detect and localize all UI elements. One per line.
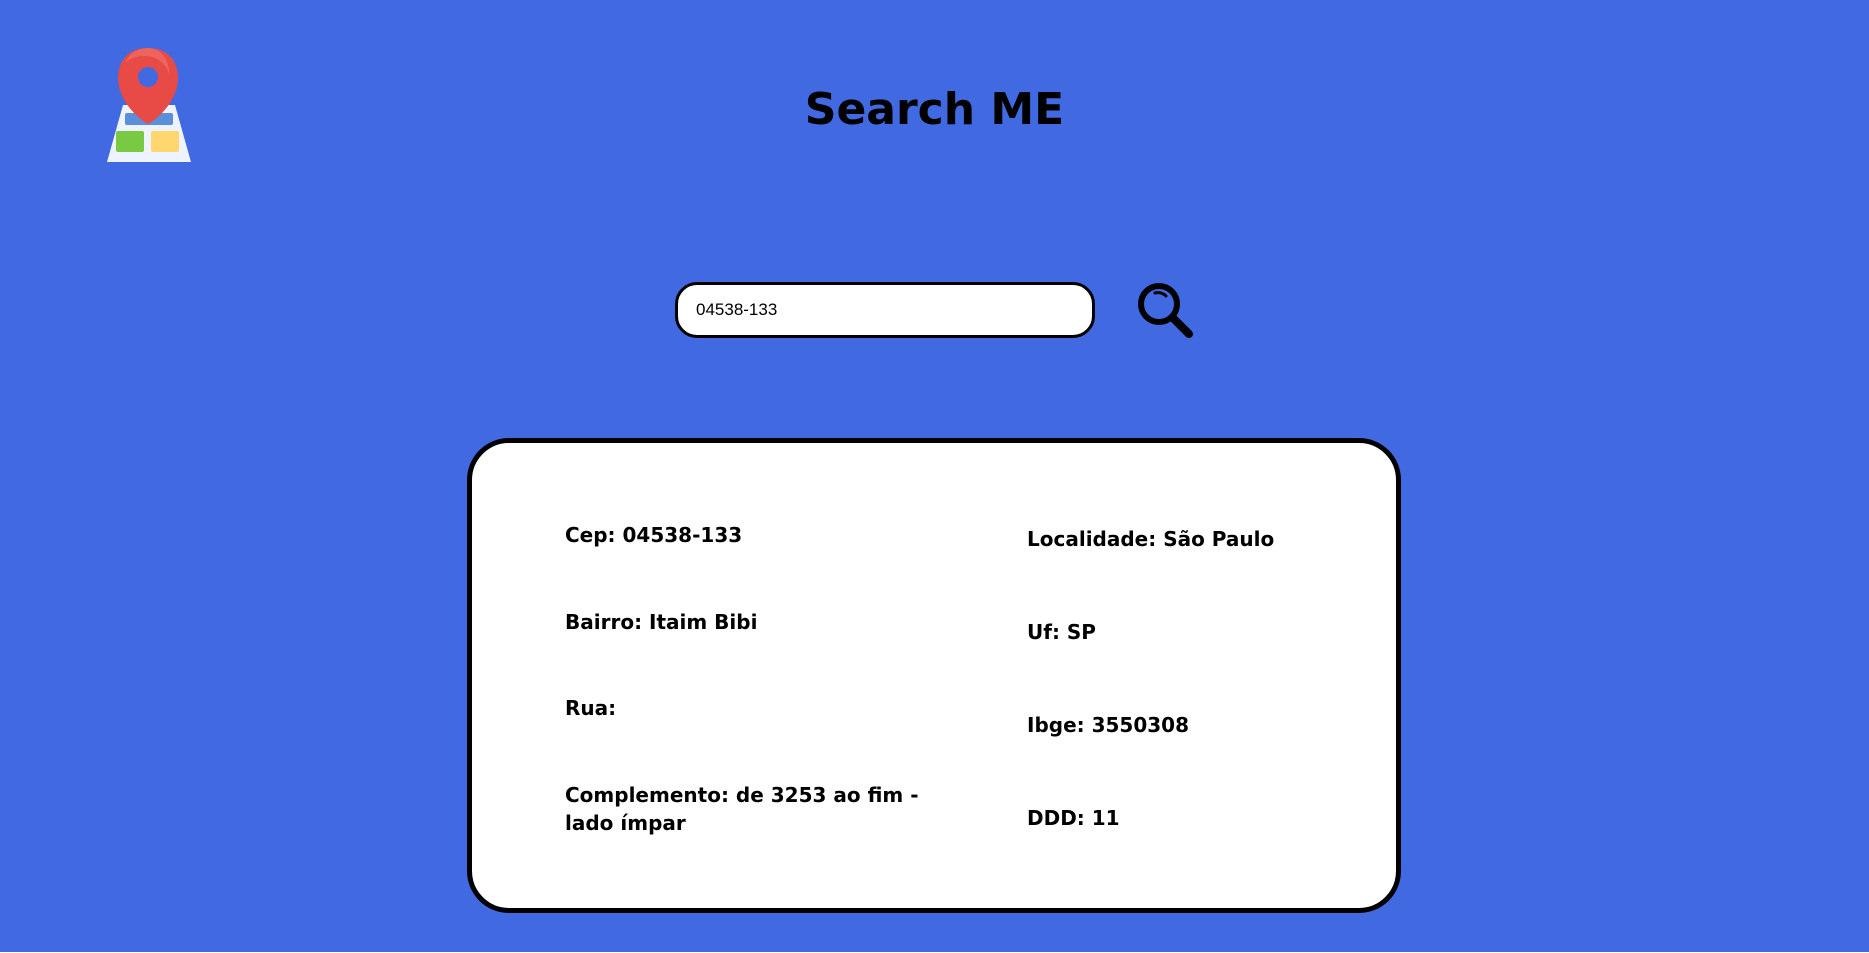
address-result-card: Cep: 04538-133 Bairro: Itaim Bibi Rua: C… — [467, 438, 1401, 913]
search-icon — [1135, 280, 1197, 342]
cep-field: Cep: 04538-133 — [565, 523, 743, 547]
localidade-field: Localidade: São Paulo — [1027, 527, 1275, 551]
search-button[interactable] — [1135, 280, 1197, 342]
page-title: Search ME — [804, 84, 1065, 135]
bairro-field: Bairro: Itaim Bibi — [565, 610, 758, 634]
ibge-field: Ibge: 3550308 — [1027, 713, 1190, 737]
page: Search ME Cep: 04538-133 Bairro: Itaim B… — [0, 0, 1869, 952]
rua-field: Rua: — [565, 696, 617, 720]
ddd-field: DDD: 11 — [1027, 806, 1120, 830]
uf-field: Uf: SP — [1027, 620, 1096, 644]
search-input[interactable] — [675, 282, 1095, 338]
complemento-field: Complemento: de 3253 ao fim - lado ímpar — [565, 783, 919, 835]
